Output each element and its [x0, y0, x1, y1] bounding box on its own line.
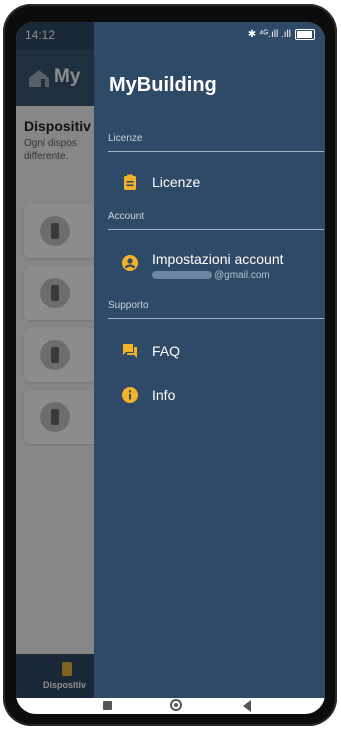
divider — [108, 318, 324, 319]
signal-icon: ✱ ⁴ᴳ.ıll .ıll — [247, 29, 291, 40]
menu-item-impostazioni-account[interactable]: Impostazioni account @gmail.com — [94, 251, 325, 293]
email-suffix: @gmail.com — [214, 270, 270, 281]
account-circle-icon — [122, 255, 138, 271]
clipboard-icon — [124, 174, 136, 190]
divider — [108, 151, 324, 152]
group-label-supporto: Supporto — [108, 300, 149, 311]
forum-icon — [123, 344, 137, 358]
account-email: @gmail.com — [152, 270, 270, 281]
back-button[interactable] — [243, 700, 251, 712]
recents-button[interactable] — [103, 701, 112, 710]
menu-item-licenze[interactable]: Licenze — [94, 165, 325, 201]
menu-item-label: Licenze — [152, 174, 201, 190]
system-nav-bar — [16, 698, 325, 714]
menu-item-label: Impostazioni account — [152, 251, 284, 267]
drawer-status-area: ✱ ⁴ᴳ.ıll .ıll — [94, 22, 325, 50]
navigation-drawer: ✱ ⁴ᴳ.ıll .ıll MyBuilding Licenze Licenze… — [94, 22, 325, 698]
menu-item-label: Info — [152, 387, 176, 403]
battery-icon — [295, 29, 315, 40]
phone-frame: 14:12 My Dispositiv Ogni dispos differen… — [3, 4, 337, 726]
menu-item-faq[interactable]: FAQ — [94, 334, 325, 370]
home-button[interactable] — [170, 699, 182, 711]
divider — [108, 229, 324, 230]
screen: 14:12 My Dispositiv Ogni dispos differen… — [16, 22, 325, 714]
info-icon — [122, 387, 138, 403]
group-label-account: Account — [108, 211, 145, 222]
drawer-header: MyBuilding — [109, 74, 217, 96]
status-icons: ✱ ⁴ᴳ.ıll .ıll — [248, 29, 315, 40]
menu-item-info[interactable]: Info — [94, 378, 325, 414]
group-label-licenze: Licenze — [108, 133, 143, 144]
email-redacted — [152, 271, 212, 280]
menu-item-label: FAQ — [152, 343, 181, 359]
